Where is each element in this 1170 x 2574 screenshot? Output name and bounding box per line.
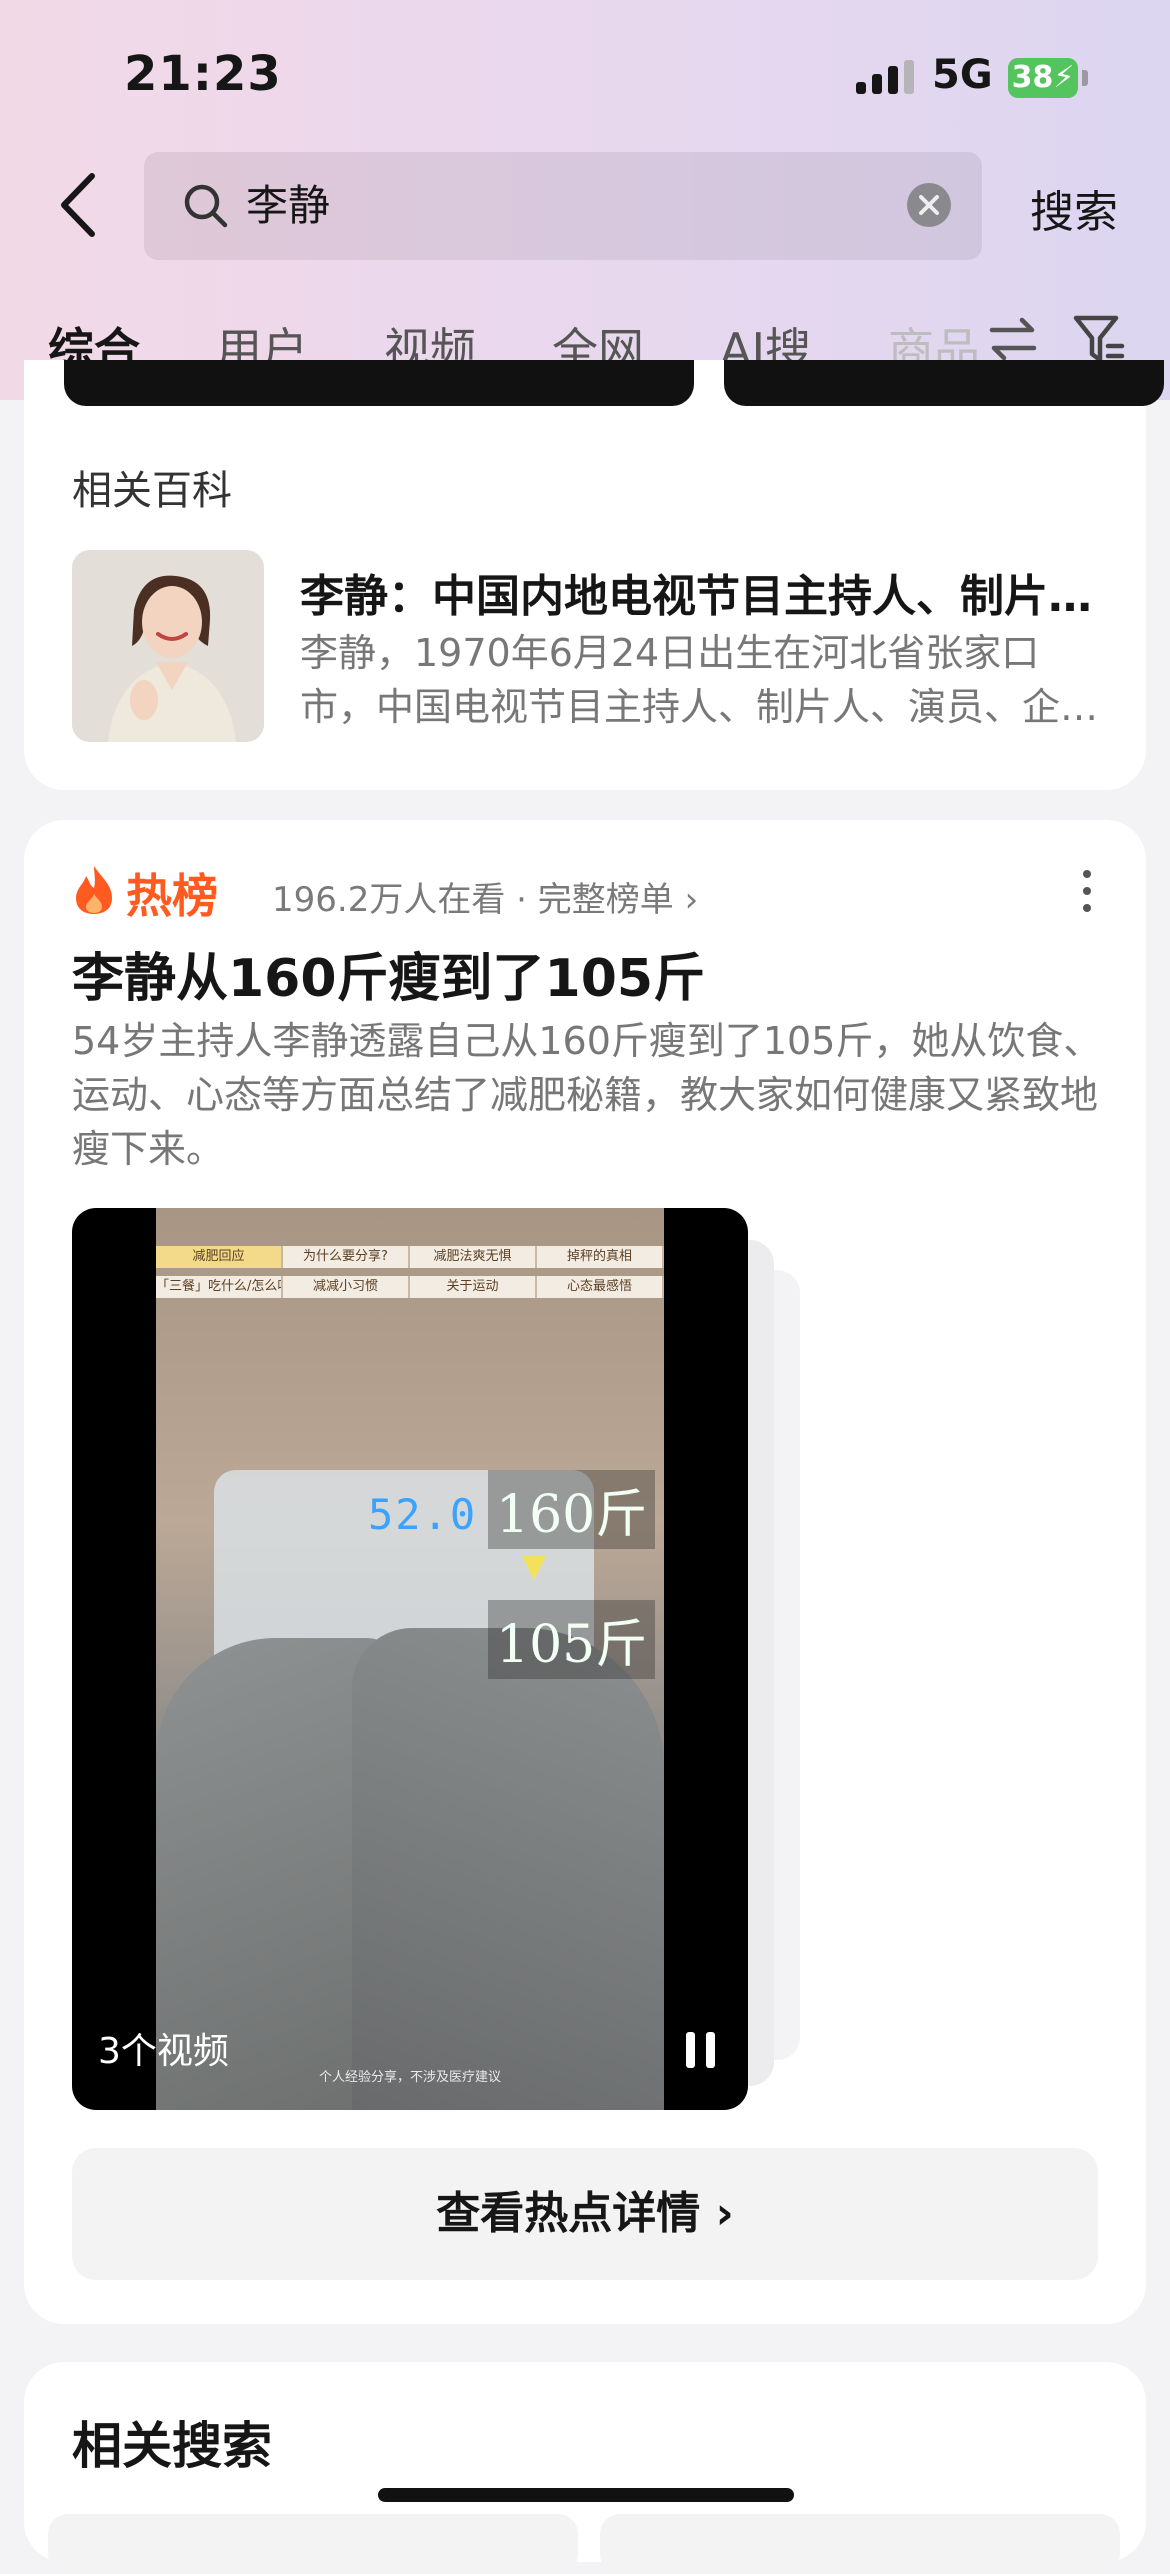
- section-label: 相关百科: [72, 468, 232, 514]
- swap-icon[interactable]: [986, 312, 1040, 366]
- video-player[interactable]: 减肥回应 为什么要分享? 减肥法爽无惧 掉秤的真相 「三餐」吃什么/怎么吃? 减…: [72, 1208, 748, 2110]
- video-menu-item: 关于运动: [410, 1276, 537, 1298]
- video-menu-item: 心态最感悟: [537, 1276, 664, 1298]
- battery-icon: 38⚡: [1008, 58, 1078, 98]
- clear-icon[interactable]: [906, 182, 952, 228]
- weight-after: 105斤: [488, 1600, 656, 1679]
- back-button[interactable]: [52, 170, 108, 240]
- jeans-leg: [352, 1628, 664, 2110]
- search-query: 李静: [246, 181, 331, 230]
- hot-list-label[interactable]: 热榜: [126, 860, 218, 926]
- related-search-card: 相关搜索: [24, 2362, 1146, 2574]
- related-search-title: 相关搜索: [72, 2417, 272, 2475]
- video-menu-item: 为什么要分享?: [283, 1246, 410, 1268]
- pause-icon[interactable]: [684, 2032, 718, 2068]
- status-time: 21:23: [124, 46, 282, 102]
- hot-list-meta[interactable]: 196.2万人在看 · 完整榜单 ›: [272, 872, 698, 921]
- related-search-item[interactable]: [48, 2514, 578, 2574]
- video-menu-item: 减肥回应: [156, 1246, 283, 1268]
- hot-meta-text: 196.2万人在看 · 完整榜单: [272, 880, 674, 920]
- baike-thumbnail[interactable]: [72, 550, 264, 742]
- scale-readout: 52.0: [368, 1490, 478, 1539]
- battery-level: 38: [1011, 60, 1054, 95]
- video-menu-item: 减减小习惯: [283, 1276, 410, 1298]
- network-label: 5G: [932, 52, 993, 98]
- video-menu-item: 「三餐」吃什么/怎么吃?: [156, 1276, 283, 1298]
- view-detail-button[interactable]: 查看热点详情 ›: [72, 2148, 1098, 2280]
- chevron-left-icon: [61, 173, 95, 237]
- hot-topic-card: 热榜 196.2万人在看 · 完整榜单 › 李静从160斤瘦到了105斤 54岁…: [24, 820, 1146, 2324]
- hot-header: 热榜 196.2万人在看 · 完整榜单 ›: [72, 860, 1102, 923]
- search-icon: [184, 184, 228, 228]
- hot-description: 54岁主持人李静透露自己从160斤瘦到了105斤，她从饮食、运动、心态等方面总结…: [72, 1019, 1102, 1171]
- previous-card-stub: [64, 360, 694, 406]
- hot-title[interactable]: 李静从160斤瘦到了105斤: [72, 936, 705, 1011]
- baike-description: 李静，1970年6月24日出生在河北省张家口市，中国电视节目主持人、制片人、演员…: [300, 631, 1099, 729]
- signal-icon: [856, 60, 916, 94]
- arrow-down-icon: [522, 1556, 546, 1580]
- weight-before: 160斤: [488, 1470, 656, 1549]
- view-detail-label: 查看热点详情 ›: [72, 2148, 1098, 2280]
- related-search-item[interactable]: [600, 2514, 1120, 2574]
- chevron-right-icon: ›: [715, 2188, 734, 2239]
- search-button[interactable]: 搜索: [1030, 176, 1118, 240]
- battery-tip: [1082, 70, 1088, 86]
- video-menu-row: 「三餐」吃什么/怎么吃? 减减小习惯 关于运动 心态最感悟: [156, 1276, 664, 1298]
- home-indicator: [378, 2488, 794, 2502]
- video-menu-row: 减肥回应 为什么要分享? 减肥法爽无惧 掉秤的真相: [156, 1246, 664, 1268]
- baike-card: 相关百科 李静：中国内地电视节目主持人、制片人、演员 李静，1970年6月24日…: [24, 360, 1164, 790]
- view-detail-text: 查看热点详情: [436, 2188, 701, 2239]
- previous-card-stub: [724, 360, 1164, 406]
- fire-icon: [76, 866, 112, 914]
- video-menu-item: 减肥法爽无惧: [410, 1246, 537, 1268]
- video-menu-item: 掉秤的真相: [537, 1246, 664, 1268]
- more-icon[interactable]: [1072, 866, 1102, 916]
- person-portrait-icon: [72, 550, 264, 742]
- chevron-right-icon: ›: [684, 880, 699, 920]
- baike-title[interactable]: 李静：中国内地电视节目主持人、制片人、演员: [300, 560, 1100, 624]
- video-disclaimer: 个人经验分享，不涉及医疗建议: [318, 2070, 501, 2085]
- search-input[interactable]: 李静: [144, 152, 982, 260]
